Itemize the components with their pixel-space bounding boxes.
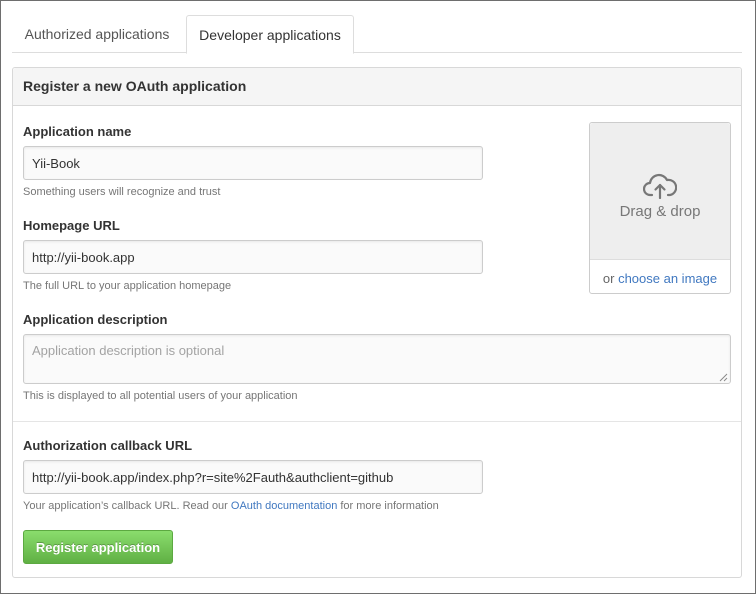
callback-url-note: Your application’s callback URL. Read ou… xyxy=(23,500,439,512)
cloud-upload-icon xyxy=(643,173,677,199)
homepage-url-label: Homepage URL xyxy=(23,218,120,233)
callback-note-prefix: Your application’s callback URL. Read ou… xyxy=(23,500,231,512)
app-name-note: Something users will recognize and trust xyxy=(23,186,221,198)
or-text: or xyxy=(602,271,619,286)
section-divider xyxy=(13,421,741,422)
callback-url-label: Authorization callback URL xyxy=(23,438,193,453)
tab-authorized-applications[interactable]: Authorized applications xyxy=(12,15,182,53)
homepage-url-note: The full URL to your application homepag… xyxy=(23,280,232,292)
logo-dropzone[interactable]: Drag & drop or choose an image xyxy=(589,122,731,294)
drag-drop-text: Drag & drop xyxy=(619,203,701,220)
register-application-button[interactable]: Register application xyxy=(23,530,173,564)
choose-image-link[interactable]: choose an image xyxy=(618,271,717,286)
panel-header: Register a new OAuth application xyxy=(13,68,741,106)
description-note: This is displayed to all potential users… xyxy=(23,390,298,402)
tab-bar: Authorized applications Developer applic… xyxy=(12,15,742,54)
callback-url-input[interactable] xyxy=(23,460,483,494)
description-textarea[interactable] xyxy=(23,334,731,384)
tab-developer-applications[interactable]: Developer applications xyxy=(186,15,354,54)
drop-area[interactable]: Drag & drop xyxy=(590,123,730,260)
oauth-documentation-link[interactable]: OAuth documentation xyxy=(231,500,337,512)
app-name-input[interactable] xyxy=(23,146,483,180)
description-label: Application description xyxy=(23,312,168,327)
panel-title: Register a new OAuth application xyxy=(23,78,247,94)
app-name-label: Application name xyxy=(23,124,132,139)
resize-grip-icon[interactable] xyxy=(719,373,728,382)
homepage-url-input[interactable] xyxy=(23,240,483,274)
callback-note-suffix: for more information xyxy=(337,500,439,512)
register-oauth-panel: Register a new OAuth application Applica… xyxy=(12,67,742,578)
choose-image-row: or choose an image xyxy=(590,271,730,286)
